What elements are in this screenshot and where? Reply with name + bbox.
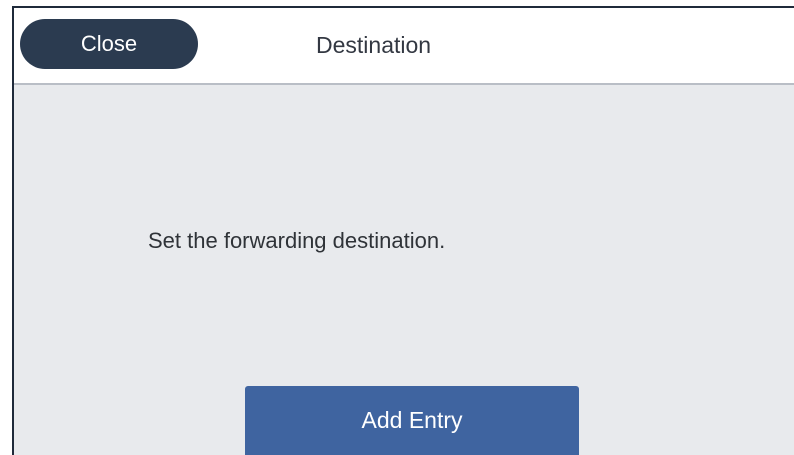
printer-panel-screen: Close Destination Set the forwarding des… (12, 6, 794, 455)
close-button[interactable]: Close (20, 19, 198, 69)
page-title: Destination (316, 32, 432, 58)
add-entry-button[interactable]: Add Entry (245, 386, 579, 455)
header-bar: Close Destination (14, 8, 794, 85)
instruction-message: Set the forwarding destination. (148, 228, 446, 253)
